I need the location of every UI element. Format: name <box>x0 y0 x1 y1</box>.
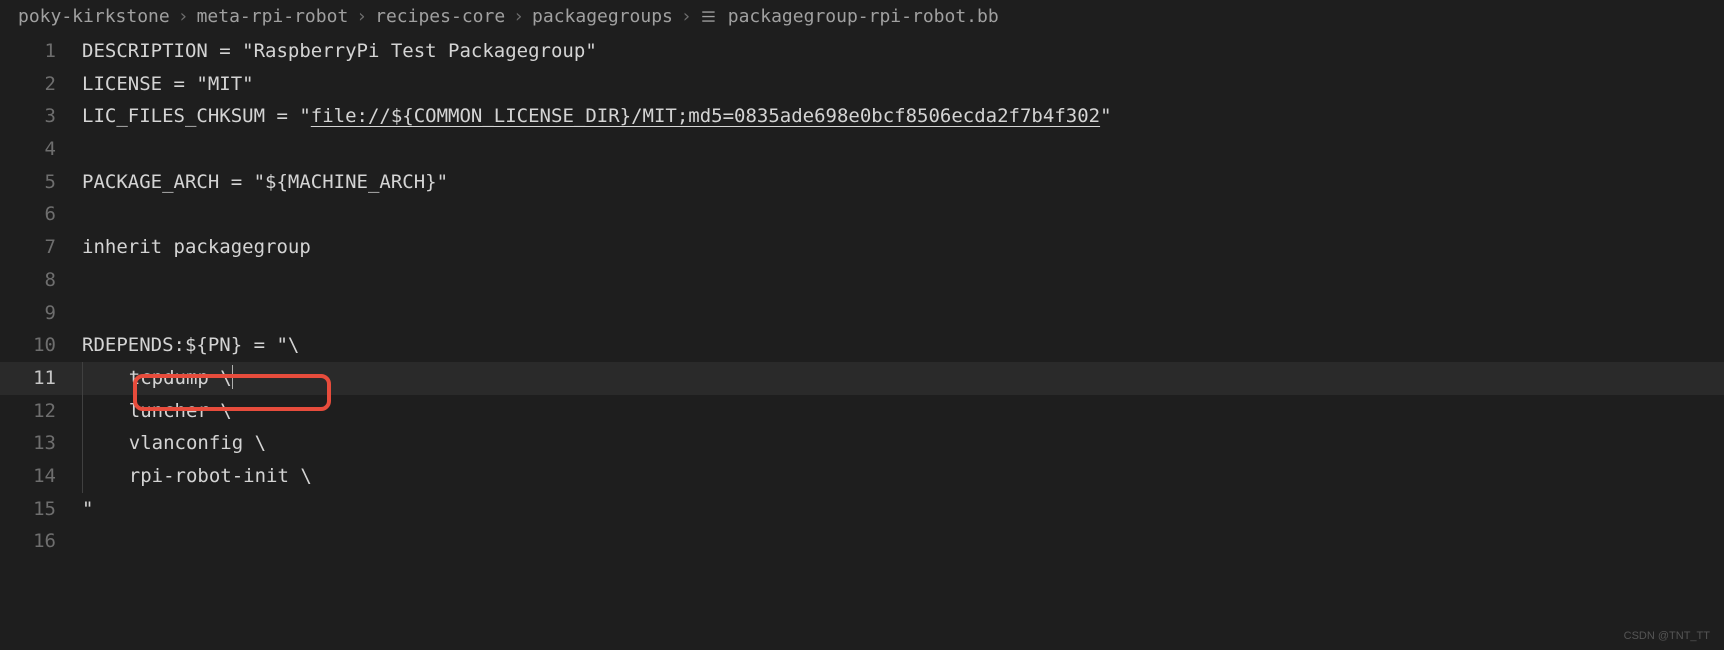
watermark: CSDN @TNT_TT <box>1624 630 1710 642</box>
chevron-right-icon: › <box>513 6 524 27</box>
code-content[interactable]: LICENSE = "MIT" <box>82 68 1724 101</box>
code-line[interactable]: 5PACKAGE_ARCH = "${MACHINE_ARCH}" <box>0 166 1724 199</box>
code-line[interactable]: 4 <box>0 133 1724 166</box>
text-cursor <box>232 365 234 389</box>
code-line[interactable]: 15" <box>0 493 1724 526</box>
line-number: 15 <box>0 493 82 526</box>
line-number: 3 <box>0 100 82 133</box>
code-editor[interactable]: 1DESCRIPTION = "RaspberryPi Test Package… <box>0 33 1724 558</box>
line-number: 1 <box>0 35 82 68</box>
code-content[interactable]: PACKAGE_ARCH = "${MACHINE_ARCH}" <box>82 166 1724 199</box>
line-number: 9 <box>0 297 82 330</box>
line-number: 12 <box>0 395 82 428</box>
code-line[interactable]: 14 rpi-robot-init \ <box>0 460 1724 493</box>
code-line[interactable]: 11 tcpdump \ <box>0 362 1724 395</box>
code-line[interactable]: 9 <box>0 297 1724 330</box>
code-content[interactable]: rpi-robot-init \ <box>82 460 1724 493</box>
code-line[interactable]: 12 luncher \ <box>0 395 1724 428</box>
code-line[interactable]: 1DESCRIPTION = "RaspberryPi Test Package… <box>0 35 1724 68</box>
breadcrumb[interactable]: poky-kirkstone › meta-rpi-robot › recipe… <box>0 0 1724 33</box>
line-number: 4 <box>0 133 82 166</box>
code-line[interactable]: 2LICENSE = "MIT" <box>0 68 1724 101</box>
breadcrumb-segment[interactable]: meta-rpi-robot <box>197 6 349 27</box>
code-content[interactable]: tcpdump \ <box>82 362 1724 395</box>
chevron-right-icon: › <box>356 6 367 27</box>
line-number: 16 <box>0 525 82 558</box>
line-number: 8 <box>0 264 82 297</box>
breadcrumb-segment[interactable]: poky-kirkstone <box>18 6 170 27</box>
chevron-right-icon: › <box>681 6 692 27</box>
code-line[interactable]: 3LIC_FILES_CHKSUM = "file://${COMMON_LIC… <box>0 100 1724 133</box>
code-content[interactable]: RDEPENDS:${PN} = "\ <box>82 329 1724 362</box>
file-icon <box>700 8 718 26</box>
line-number: 11 <box>0 362 82 395</box>
breadcrumb-file[interactable]: packagegroup-rpi-robot.bb <box>728 6 999 27</box>
line-number: 2 <box>0 68 82 101</box>
code-content[interactable]: vlanconfig \ <box>82 427 1724 460</box>
code-content[interactable]: " <box>82 493 1724 526</box>
code-line[interactable]: 10RDEPENDS:${PN} = "\ <box>0 329 1724 362</box>
code-content[interactable]: luncher \ <box>82 395 1724 428</box>
line-number: 10 <box>0 329 82 362</box>
code-line[interactable]: 8 <box>0 264 1724 297</box>
chevron-right-icon: › <box>178 6 189 27</box>
code-line[interactable]: 6 <box>0 198 1724 231</box>
code-content[interactable]: inherit packagegroup <box>82 231 1724 264</box>
code-line[interactable]: 16 <box>0 525 1724 558</box>
line-number: 14 <box>0 460 82 493</box>
code-content[interactable]: LIC_FILES_CHKSUM = "file://${COMMON_LICE… <box>82 100 1724 133</box>
line-number: 5 <box>0 166 82 199</box>
line-number: 6 <box>0 198 82 231</box>
code-line[interactable]: 13 vlanconfig \ <box>0 427 1724 460</box>
breadcrumb-segment[interactable]: recipes-core <box>375 6 505 27</box>
code-line[interactable]: 7inherit packagegroup <box>0 231 1724 264</box>
breadcrumb-segment[interactable]: packagegroups <box>532 6 673 27</box>
line-number: 13 <box>0 427 82 460</box>
code-content[interactable]: DESCRIPTION = "RaspberryPi Test Packageg… <box>82 35 1724 68</box>
line-number: 7 <box>0 231 82 264</box>
